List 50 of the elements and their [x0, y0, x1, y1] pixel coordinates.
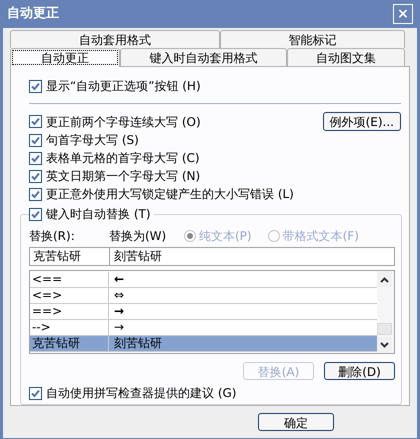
tab[interactable]: 自动套用格式: [10, 30, 220, 48]
window-title: 自动更正: [7, 5, 59, 24]
checkbox-label: 自动使用拼写检查器提供的建议 (G): [46, 385, 236, 402]
table-cell-text: ←: [113, 272, 126, 287]
radio-label: 带格式文本(F): [282, 228, 359, 245]
field-label: 替换(R):: [29, 228, 76, 245]
scrollbar[interactable]: [377, 271, 394, 353]
table-cell: <==: [30, 272, 109, 287]
table-cell-text: →: [113, 304, 126, 319]
list-row[interactable]: ==> →: [30, 304, 377, 320]
checkbox[interactable]: [29, 134, 42, 146]
list-row[interactable]: 克苦钻研 刻苦钻研: [30, 336, 377, 352]
checkbox[interactable]: [29, 170, 42, 182]
ok-button[interactable]: 确定: [258, 413, 334, 431]
tab[interactable]: 智能标记: [220, 30, 405, 48]
replace-field[interactable]: 克苦钻研: [29, 247, 110, 266]
checkbox-label: 更正意外使用大写锁定键产生的大小写错误 (L): [46, 186, 294, 203]
table-cell: ==>: [30, 304, 109, 319]
list-row[interactable]: <== ←: [30, 272, 377, 288]
checkbox[interactable]: [29, 115, 42, 128]
checkbox[interactable]: [29, 386, 42, 400]
field-label: 替换为(W): [109, 228, 168, 245]
tab[interactable]: 键入时自动套用格式: [120, 48, 287, 66]
checkbox-label: 键入时自动替换 (T): [46, 206, 151, 223]
checkbox[interactable]: [29, 80, 42, 92]
dialog-button[interactable]: 删除(D): [324, 362, 395, 380]
table-cell-text: ⇔: [113, 288, 126, 303]
scroll-up-icon[interactable]: [380, 276, 389, 282]
checkbox[interactable]: [29, 152, 42, 164]
checkbox-label: 英文日期第一个字母大写 (N): [46, 168, 200, 185]
checkbox[interactable]: [29, 208, 42, 220]
table-cell-text: →: [113, 320, 126, 335]
radio-label: 纯文本(P): [199, 228, 252, 245]
exceptions-button[interactable]: 例外项(E)...: [322, 112, 401, 131]
close-button[interactable]: ×: [393, 4, 413, 24]
checkbox-label: 句首字母大写 (S): [46, 132, 139, 149]
list-row[interactable]: <=> ⇔: [30, 288, 377, 304]
table-cell: <=>: [30, 288, 109, 303]
table-cell: 克苦钻研: [30, 336, 109, 351]
checkbox-label: 表格单元格的首字母大写 (C): [46, 150, 200, 167]
replace-with-field[interactable]: 刻苦钻研: [110, 247, 395, 266]
checkbox[interactable]: [29, 188, 42, 200]
tab[interactable]: 自动图文集: [287, 48, 405, 66]
table-cell-text: 刻苦钻研: [113, 336, 163, 351]
checkbox-label: 显示“自动更正选项”按钮 (H): [46, 78, 201, 95]
table-cell: -->: [30, 320, 109, 335]
scroll-thumb[interactable]: [377, 323, 392, 335]
checkbox-label: 更正前两个字母连续大写 (O): [46, 114, 201, 130]
tab[interactable]: 自动更正: [10, 48, 120, 67]
scroll-down-icon[interactable]: [380, 342, 389, 348]
